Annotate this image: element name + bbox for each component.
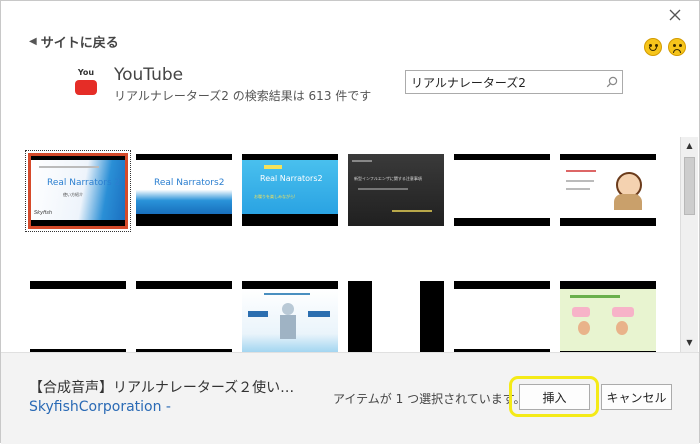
youtube-logo-text: You (77, 68, 95, 77)
back-to-sites-link[interactable]: ◀ サイトに戻る (29, 32, 119, 51)
thumbnail-title: 新型インフルエンザに関する注意事項 (354, 176, 422, 181)
scroll-down-icon[interactable]: ▼ (681, 334, 698, 351)
video-thumbnail[interactable] (454, 154, 550, 226)
video-thumbnail[interactable] (136, 281, 232, 352)
back-label: サイトに戻る (40, 36, 119, 51)
chevron-left-icon: ◀ (29, 36, 37, 47)
thumbnail-title: Real Narrators 2 (47, 178, 121, 188)
cancel-button[interactable]: キャンセル (601, 384, 672, 410)
thumbnail-subtitle: 使い方紹介 (63, 192, 83, 197)
video-thumbnail[interactable]: Real Narrators2 (136, 154, 232, 226)
video-thumbnail[interactable] (560, 154, 656, 226)
feedback-buttons (644, 38, 686, 56)
selected-video-title: 【合成音声】リアルナレーターズ２使い… (29, 380, 295, 396)
youtube-logo-box (75, 80, 97, 95)
results-scrollbar[interactable]: ▲ ▼ (680, 137, 698, 352)
youtube-logo-icon: You (71, 68, 101, 98)
results-grid: Real Narrators 2 使い方紹介 Skyfish Real Narr… (24, 137, 678, 352)
smiley-sad-icon[interactable] (668, 38, 686, 56)
smiley-happy-icon[interactable] (644, 38, 662, 56)
video-thumbnail[interactable]: Real Narrators2 お喋りを楽しみながら! (242, 154, 338, 226)
search-box[interactable] (405, 70, 623, 94)
scrollbar-thumb[interactable] (684, 157, 695, 215)
search-icon[interactable] (602, 72, 622, 92)
thumbnail-title: Real Narrators2 (154, 178, 225, 188)
close-icon[interactable] (665, 5, 685, 25)
selection-status: アイテムが 1 つ選択されています。 (333, 392, 526, 406)
selected-video-channel[interactable]: SkyfishCorporation - (29, 399, 171, 415)
result-count: リアルナレーターズ2 の検索結果は 613 件です (114, 89, 372, 103)
thumbnail-subtitle: お喋りを楽しみながら! (254, 194, 296, 199)
video-thumbnail[interactable] (30, 281, 126, 352)
thumbnail-title: Real Narrators2 (260, 174, 323, 183)
video-thumbnail[interactable] (560, 281, 656, 352)
search-input[interactable] (406, 74, 602, 90)
insert-video-dialog: ◀ サイトに戻る You YouTube リアルナレーターズ2 の検索結果は 6… (0, 0, 700, 444)
thumbnail-caption: Skyfish (34, 210, 53, 216)
video-thumbnail[interactable] (242, 281, 338, 352)
video-thumbnail[interactable] (454, 281, 550, 352)
scroll-up-icon[interactable]: ▲ (681, 137, 698, 154)
video-thumbnail[interactable]: 新型インフルエンザに関する注意事項 (348, 154, 444, 226)
source-title: YouTube (114, 65, 184, 85)
video-thumbnail[interactable]: Real Narrators 2 使い方紹介 Skyfish (25, 150, 131, 232)
video-thumbnail[interactable] (348, 281, 444, 352)
insert-button[interactable]: 挿入 (519, 384, 590, 410)
